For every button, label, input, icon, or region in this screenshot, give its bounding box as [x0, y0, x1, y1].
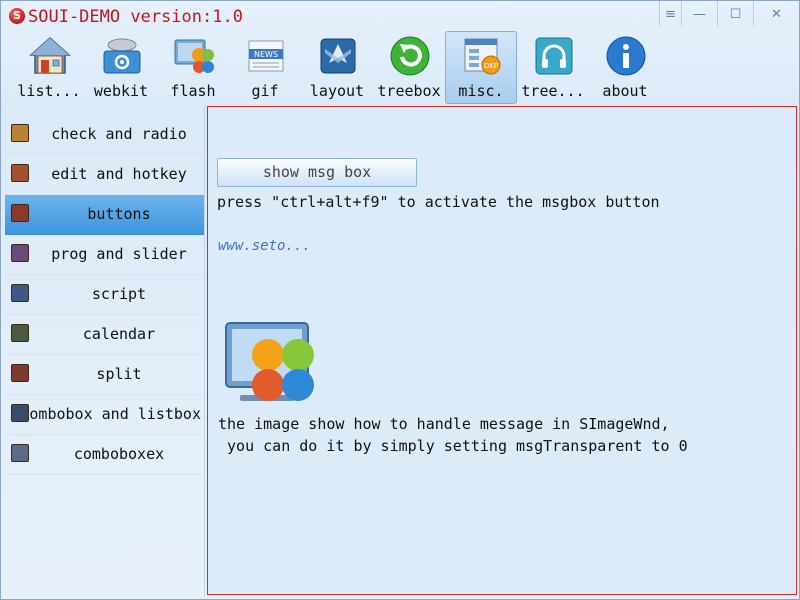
- avatar-icon: [11, 444, 29, 462]
- sidebar-item-label: calendar: [82, 325, 156, 343]
- app-logo-icon: S: [9, 8, 25, 24]
- show-msg-box-button[interactable]: show msg box: [217, 158, 417, 187]
- window-title: SOUI-DEMO version:1.0: [28, 7, 243, 27]
- title-bar[interactable]: S SOUI-DEMO version:1.0 ≡ — ☐ ✕: [1, 1, 799, 31]
- avatar-icon: [11, 124, 29, 142]
- image-description-line-2: you can do it by simply setting msgTrans…: [218, 437, 688, 455]
- sidebar-item-label: script: [91, 285, 147, 303]
- sidebar-item-label: edit and hotkey: [51, 165, 187, 183]
- sidebar-item-label: check and radio: [51, 125, 187, 143]
- content-panel: show msg box press "ctrl+alt+f9" to acti…: [207, 106, 797, 595]
- sidebar-item-edit-and-hotkey[interactable]: edit and hotkey: [5, 155, 205, 195]
- hotkey-hint-text: press "ctrl+alt+f9" to activate the msgb…: [217, 193, 660, 211]
- house-icon: [29, 36, 71, 74]
- flash-monitor-icon: [174, 39, 214, 73]
- sidebar-item-label: ombobox and listbox: [29, 405, 201, 423]
- sidebar-item-prog-and-slider[interactable]: prog and slider: [5, 235, 205, 275]
- info-icon: [606, 36, 646, 76]
- tool-label: gif: [251, 82, 279, 100]
- sidebar-divider: [204, 105, 205, 597]
- tool-label: layout: [309, 82, 365, 100]
- avatar-icon: [11, 324, 29, 342]
- svg-text:DKP: DKP: [484, 62, 498, 70]
- sidebar-item-label: prog and slider: [51, 245, 187, 263]
- sidebar-nav: check and radio edit and hotkey buttons …: [5, 115, 205, 475]
- layout-emblem-icon: [320, 38, 356, 74]
- svg-text:NEWS: NEWS: [254, 50, 278, 59]
- website-link[interactable]: www.seto...: [218, 238, 311, 254]
- tool-list[interactable]: list...: [13, 31, 85, 104]
- tool-gif[interactable]: NEWS gif: [229, 31, 301, 104]
- avatar-icon: [11, 204, 29, 222]
- tool-label: about: [602, 82, 648, 100]
- tool-label: misc.: [458, 82, 504, 100]
- sidebar-item-check-and-radio[interactable]: check and radio: [5, 115, 205, 155]
- sidebar-item-buttons[interactable]: buttons: [5, 195, 205, 235]
- image-description-line-1: the image show how to handle message in …: [218, 415, 670, 433]
- avatar-icon: [11, 364, 29, 382]
- tool-label: tree...: [521, 82, 585, 100]
- image-wnd-icon[interactable]: [224, 321, 319, 411]
- avatar-icon: [11, 244, 29, 262]
- sidebar-item-combobox-and-listbox[interactable]: ombobox and listbox: [5, 395, 205, 435]
- tool-label: flash: [170, 82, 216, 100]
- sidebar-item-script[interactable]: script: [5, 275, 205, 315]
- sidebar-item-label: comboboxex: [73, 445, 165, 463]
- sidebar-item-comboboxex[interactable]: comboboxex: [5, 435, 205, 475]
- news-icon: NEWS: [248, 40, 284, 72]
- tool-about[interactable]: about: [589, 31, 661, 104]
- sidebar-item-calendar[interactable]: calendar: [5, 315, 205, 355]
- app-window: S SOUI-DEMO version:1.0 ≡ — ☐ ✕ list...: [0, 0, 800, 600]
- system-buttons: ≡ — ☐ ✕: [659, 1, 799, 27]
- sidebar-item-split[interactable]: split: [5, 355, 205, 395]
- tool-label: treebox: [377, 82, 441, 100]
- minimize-button[interactable]: —: [681, 1, 717, 27]
- webkit-gear-icon: [103, 38, 141, 74]
- avatar-icon: [11, 164, 29, 182]
- tool-treebox[interactable]: treebox: [373, 31, 445, 104]
- tool-webkit[interactable]: webkit: [85, 31, 157, 104]
- tool-label: webkit: [93, 82, 149, 100]
- maximize-button[interactable]: ☐: [717, 1, 753, 27]
- menu-button[interactable]: ≡: [659, 1, 681, 27]
- avatar-icon: [11, 284, 29, 302]
- tool-flash[interactable]: flash: [157, 31, 229, 104]
- tool-tree[interactable]: tree...: [517, 31, 589, 104]
- tool-layout[interactable]: layout: [301, 31, 373, 104]
- tool-label: list...: [17, 82, 81, 100]
- toolbar: list... webkit flash NEWS gif layout tre…: [13, 31, 661, 105]
- sidebar-item-label: split: [96, 365, 142, 383]
- close-button[interactable]: ✕: [753, 1, 799, 27]
- headphones-icon: [535, 37, 573, 75]
- refresh-arrow-icon: [390, 36, 430, 76]
- tool-misc[interactable]: DKP misc.: [445, 31, 517, 104]
- misc-window-icon: DKP: [464, 38, 501, 75]
- sidebar-item-label: buttons: [87, 205, 151, 223]
